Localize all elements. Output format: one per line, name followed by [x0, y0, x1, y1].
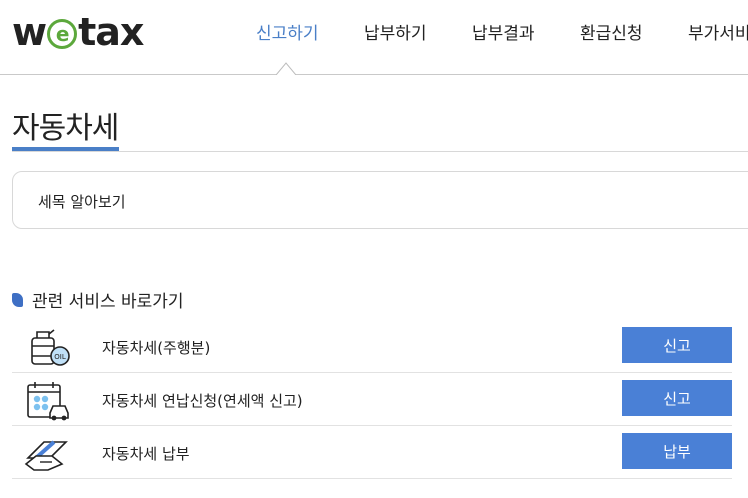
- report-button[interactable]: 신고: [622, 380, 732, 416]
- fuel-tank-oil-icon: OIL: [31, 329, 70, 366]
- related-services-heading: 관련 서비스 바로가기: [12, 287, 184, 312]
- active-nav-caret-icon: [276, 62, 296, 76]
- nav-item-payment-result[interactable]: 납부결과: [472, 19, 535, 44]
- service-label: 자동차세 납부: [102, 445, 190, 463]
- title-divider: [12, 151, 748, 152]
- section-bullet-icon: [12, 292, 23, 307]
- nav-item-refund[interactable]: 환급신청: [580, 19, 643, 44]
- main-nav: 신고하기 납부하기 납부결과 환급신청 부가서비: [0, 0, 748, 75]
- calendar-car-icon: [27, 382, 69, 421]
- nav-item-report[interactable]: 신고하기: [256, 19, 319, 44]
- service-row-annual: 자동차세 연납신청(연세액 신고) 신고: [12, 373, 732, 426]
- nav-item-extra-services[interactable]: 부가서비: [688, 19, 748, 44]
- service-label: 자동차세 연납신청(연세액 신고): [102, 392, 303, 410]
- tax-info-box[interactable]: 세목 알아보기: [12, 171, 748, 229]
- service-row-mileage: OIL 자동차세(주행분) 신고: [12, 320, 732, 373]
- page-title: 자동차세: [12, 111, 119, 146]
- service-row-payment: 자동차세 납부 납부: [12, 426, 732, 479]
- related-services-title: 관련 서비스 바로가기: [32, 292, 184, 312]
- site-header: w e tax 신고하기 납부하기 납부결과 환급신청 부가서비: [0, 0, 748, 76]
- tax-info-label: 세목 알아보기: [38, 193, 126, 211]
- service-label: 자동차세(주행분): [102, 339, 211, 357]
- svg-text:OIL: OIL: [54, 353, 66, 361]
- card-payment-icon: [24, 440, 68, 471]
- pay-button[interactable]: 납부: [622, 433, 732, 469]
- nav-item-payment[interactable]: 납부하기: [364, 19, 427, 44]
- title-underline: [12, 147, 119, 151]
- report-button[interactable]: 신고: [622, 327, 732, 363]
